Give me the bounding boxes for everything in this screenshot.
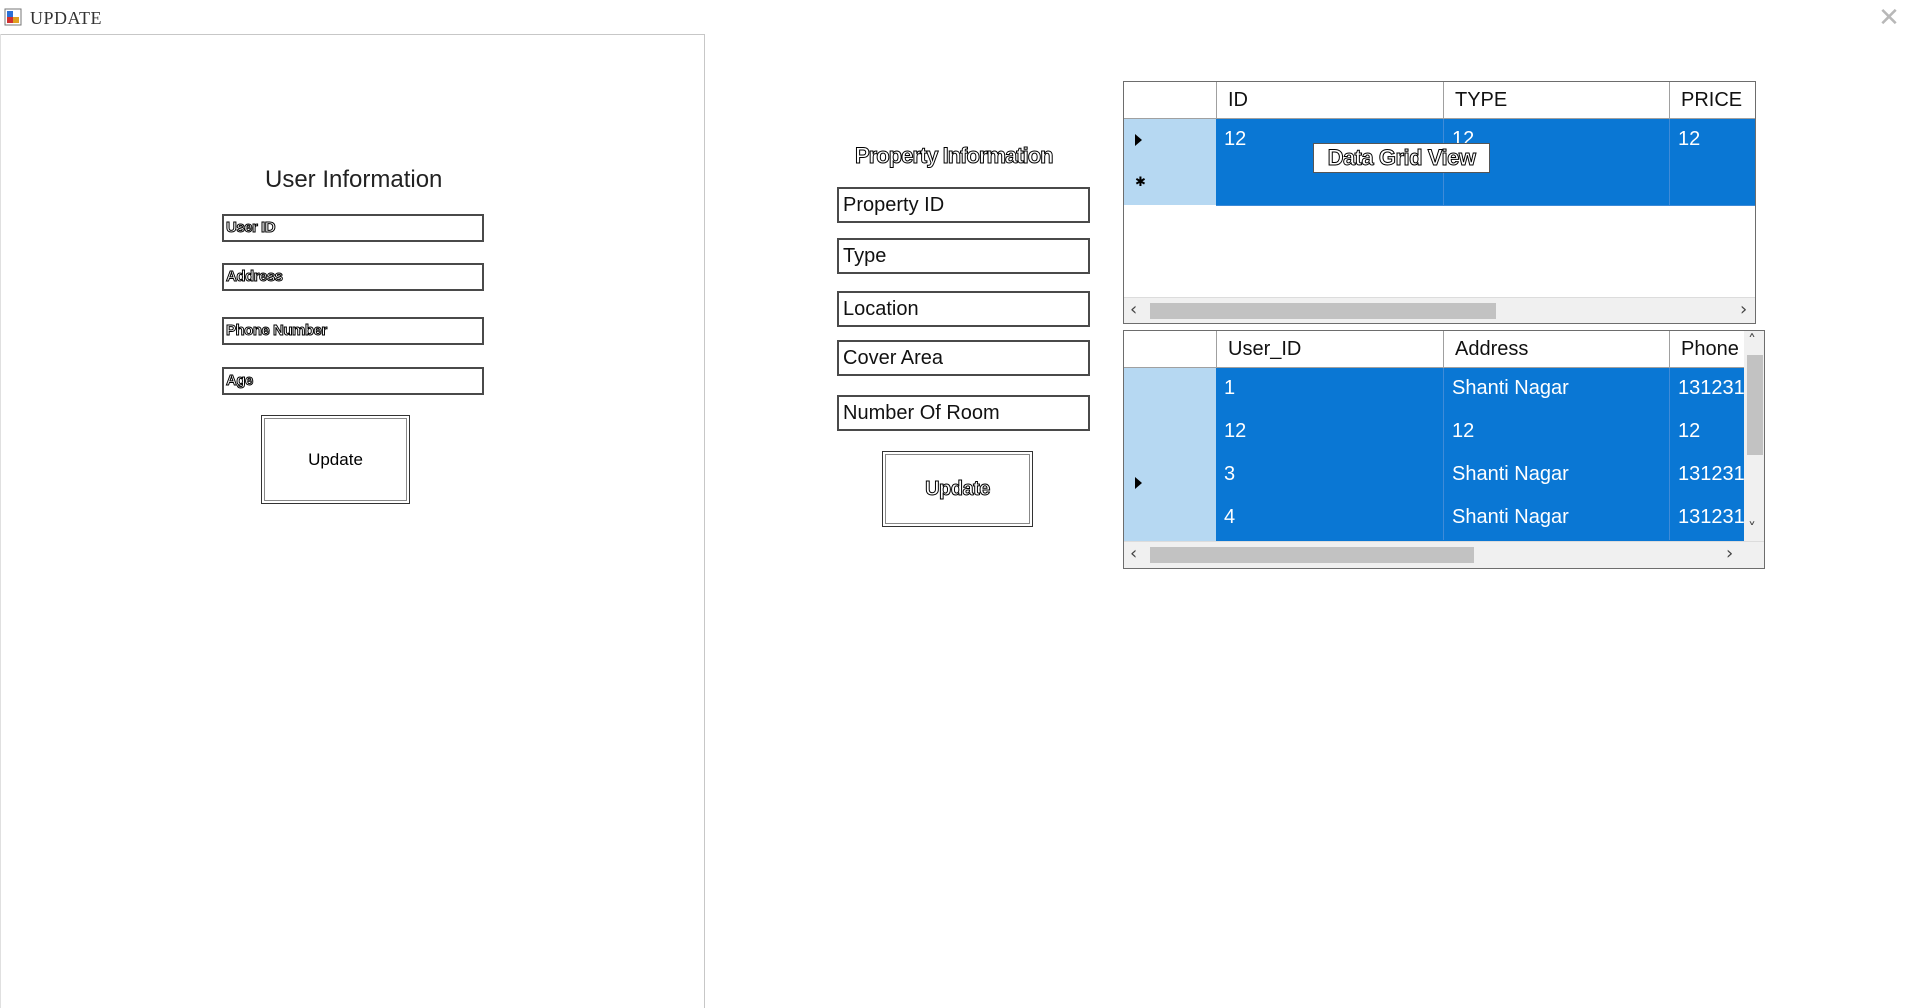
property-data-grid[interactable]: ID TYPE PRICE ✱ 12 12 12 ‹ › bbox=[1123, 81, 1756, 324]
column-header-price[interactable]: PRICE bbox=[1669, 82, 1755, 118]
window-title: UPDATE bbox=[30, 8, 103, 28]
grid-cell[interactable]: Shanti Nagar bbox=[1443, 454, 1669, 497]
current-row-arrow-icon bbox=[1135, 477, 1142, 489]
column-header-user-id[interactable]: User_ID bbox=[1216, 331, 1443, 367]
user-data-grid[interactable]: User_ID Address Phone 1 Shanti Nagar 131… bbox=[1123, 330, 1765, 569]
grid-cell[interactable]: 12 bbox=[1669, 119, 1755, 162]
column-header-address[interactable]: Address bbox=[1443, 331, 1669, 367]
grid-cell[interactable]: Shanti Nagar bbox=[1443, 368, 1669, 411]
column-header-id[interactable]: ID bbox=[1216, 82, 1443, 118]
grid-row[interactable]: 3 Shanti Nagar 131231 bbox=[1216, 454, 1744, 498]
scroll-down-icon[interactable]: ˅ bbox=[1748, 519, 1756, 539]
location-field[interactable]: Location bbox=[837, 291, 1090, 327]
grid-cell[interactable]: 1 bbox=[1216, 368, 1443, 411]
app-icon bbox=[4, 8, 22, 26]
panel-divider bbox=[704, 34, 705, 1008]
property-update-button[interactable]: Update bbox=[882, 451, 1033, 527]
grid-cell[interactable]: 131231 bbox=[1669, 454, 1744, 497]
title-divider bbox=[0, 34, 705, 35]
number-of-room-field[interactable]: Number Of Room bbox=[837, 395, 1090, 431]
close-icon[interactable]: ✕ bbox=[1875, 4, 1903, 32]
grid-cell[interactable]: 12 bbox=[1669, 411, 1744, 454]
grid-header: ID TYPE PRICE bbox=[1124, 82, 1755, 119]
scrollbar-thumb[interactable] bbox=[1747, 355, 1763, 455]
address-field[interactable]: Address bbox=[222, 263, 484, 291]
cover-area-field[interactable]: Cover Area bbox=[837, 340, 1090, 376]
horizontal-scrollbar[interactable]: ‹ › bbox=[1124, 297, 1755, 323]
grid-row[interactable]: 4 Shanti Nagar 131231 bbox=[1216, 497, 1744, 542]
new-row-star-icon: ✱ bbox=[1135, 174, 1146, 189]
grid-cell[interactable] bbox=[1669, 162, 1755, 205]
grid-cell[interactable]: 3 bbox=[1216, 454, 1443, 497]
grid-row[interactable]: 12 12 12 bbox=[1216, 411, 1744, 455]
scroll-right-icon[interactable]: › bbox=[1726, 544, 1733, 564]
current-row-arrow-icon bbox=[1135, 134, 1142, 146]
grid-cell[interactable]: 131231 bbox=[1669, 368, 1744, 411]
type-field[interactable]: Type bbox=[837, 238, 1090, 274]
user-update-button[interactable]: Update bbox=[261, 415, 410, 504]
left-border bbox=[0, 34, 1, 1008]
user-update-label: Update bbox=[308, 449, 363, 469]
user-id-field[interactable]: User ID bbox=[222, 214, 484, 242]
property-id-field[interactable]: Property ID bbox=[837, 187, 1090, 223]
grid-cell[interactable]: 12 bbox=[1216, 411, 1443, 454]
grid-cell[interactable]: 131231 bbox=[1669, 497, 1744, 540]
scroll-left-icon[interactable]: ‹ bbox=[1130, 544, 1137, 564]
scrollbar-thumb[interactable] bbox=[1150, 547, 1474, 563]
vertical-scrollbar[interactable]: ˄ ˅ bbox=[1744, 331, 1764, 541]
scroll-up-icon[interactable]: ˄ bbox=[1748, 331, 1756, 351]
row-header-column bbox=[1124, 368, 1217, 541]
grid-header: User_ID Address Phone bbox=[1124, 331, 1744, 368]
property-info-heading: Property Information bbox=[855, 143, 1055, 169]
grid-cell[interactable]: 12 bbox=[1443, 411, 1669, 454]
grid-cell[interactable]: 4 bbox=[1216, 497, 1443, 540]
property-update-label: Update bbox=[925, 477, 991, 500]
scroll-right-icon[interactable]: › bbox=[1740, 300, 1747, 320]
phone-number-field[interactable]: Phone Number bbox=[222, 317, 484, 345]
user-info-heading: User Information bbox=[265, 166, 443, 193]
column-header-phone[interactable]: Phone bbox=[1669, 331, 1744, 367]
grid-row[interactable]: 1 Shanti Nagar 131231 bbox=[1216, 368, 1744, 412]
column-header-type[interactable]: TYPE bbox=[1443, 82, 1669, 118]
grid-cell[interactable]: Shanti Nagar bbox=[1443, 497, 1669, 540]
scroll-left-icon[interactable]: ‹ bbox=[1130, 300, 1137, 320]
scrollbar-thumb[interactable] bbox=[1150, 303, 1496, 319]
age-field[interactable]: Age bbox=[222, 367, 484, 395]
data-grid-view-label: Data Grid View bbox=[1313, 143, 1490, 173]
row-header-column: ✱ bbox=[1124, 119, 1217, 205]
horizontal-scrollbar[interactable]: ‹ › bbox=[1124, 541, 1764, 568]
